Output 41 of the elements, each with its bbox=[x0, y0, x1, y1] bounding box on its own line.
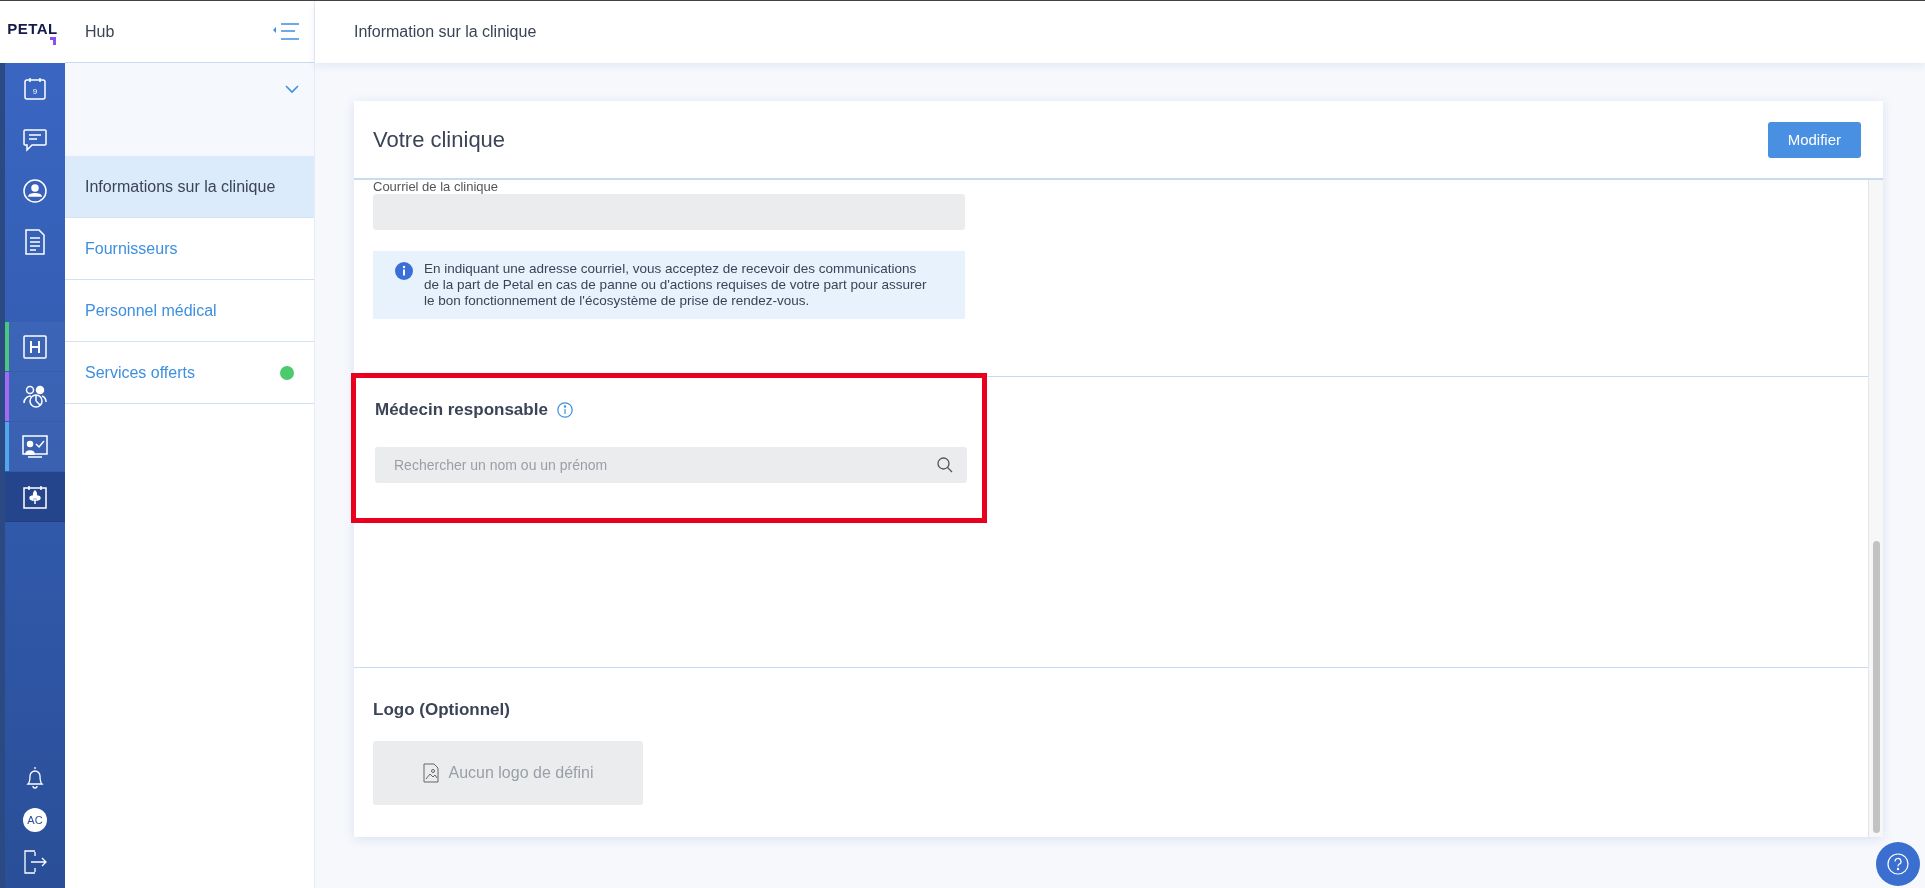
image-file-icon bbox=[422, 763, 439, 783]
hub-title: Hub bbox=[85, 22, 115, 41]
presentation-icon bbox=[22, 434, 48, 459]
search-field[interactable]: Rechercher un nom ou un prénom bbox=[375, 447, 967, 483]
nav-label: Informations sur la clinique bbox=[85, 177, 276, 196]
user-icon bbox=[23, 178, 47, 203]
bell-icon bbox=[24, 766, 46, 790]
section-title: Logo (Optionnel) bbox=[373, 700, 511, 720]
edit-button[interactable]: Modifier bbox=[1767, 121, 1861, 158]
section-title: Médecin responsable bbox=[375, 400, 548, 420]
chat-icon bbox=[22, 127, 48, 152]
user-avatar[interactable]: AC bbox=[23, 808, 47, 832]
nav-item[interactable]: Informations sur la clinique bbox=[65, 156, 314, 218]
calendar-icon: 9 bbox=[23, 76, 47, 101]
collapse-menu-icon[interactable] bbox=[273, 22, 299, 41]
module-icon-button[interactable] bbox=[5, 372, 65, 422]
chevron-down-icon[interactable] bbox=[285, 85, 299, 94]
nav-label: Fournisseurs bbox=[85, 239, 178, 258]
nav-label: Services offerts bbox=[85, 363, 195, 382]
help-button[interactable] bbox=[1876, 842, 1920, 886]
info-icon[interactable] bbox=[556, 402, 573, 418]
petal-logo[interactable]: PETAL bbox=[7, 19, 58, 45]
sidebar-icon-button[interactable]: 9 bbox=[5, 63, 65, 114]
card-title: Votre clinique bbox=[373, 126, 506, 153]
document-icon bbox=[24, 228, 46, 255]
module-icon-button[interactable] bbox=[5, 322, 65, 372]
nav-label: Personnel médical bbox=[85, 301, 217, 320]
module-icon-button[interactable] bbox=[5, 422, 65, 472]
page-title: Information sur la clinique bbox=[354, 23, 537, 41]
search-icon bbox=[937, 457, 953, 473]
people-icon bbox=[22, 384, 48, 409]
info-icon bbox=[395, 262, 413, 280]
hospital-icon bbox=[23, 334, 47, 359]
logout-icon bbox=[23, 850, 47, 874]
field-label: Courriel de la clinique bbox=[373, 180, 499, 194]
empty-logo-text: Aucun logo de défini bbox=[448, 764, 594, 782]
notice-text: En indiquant une adresse courriel, vous acceptez de recevoir des communications de la part de Petal en cas de panne ou d'actions requises de votre part pour assurer le bon fonctionnement de l'écosystème de prise de rendez-vous. bbox=[424, 261, 928, 309]
fleur-de-lis-calendar-icon bbox=[23, 484, 47, 509]
scrollbar[interactable] bbox=[1868, 180, 1883, 837]
help-icon bbox=[1887, 853, 1909, 875]
module-icon-button[interactable] bbox=[5, 472, 65, 522]
